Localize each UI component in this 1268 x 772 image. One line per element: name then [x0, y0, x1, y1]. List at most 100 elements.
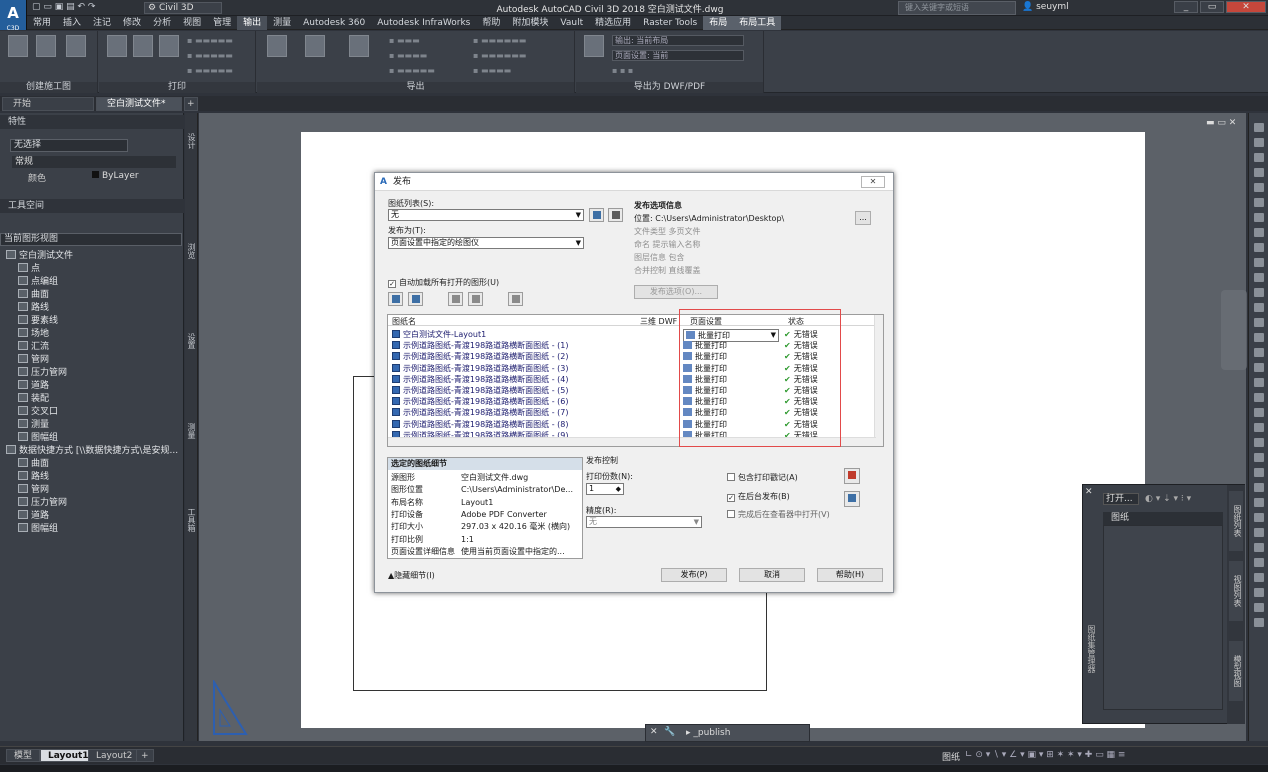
- browse-location-button[interactable]: ...: [855, 211, 871, 225]
- tab-current-drawing[interactable]: 空白测试文件*: [96, 97, 182, 111]
- ribbon-tab[interactable]: Vault: [554, 16, 589, 30]
- ribbon-tab[interactable]: Autodesk InfraWorks: [371, 16, 476, 30]
- palette-side-tab[interactable]: 模型视图: [1229, 641, 1243, 701]
- preview-icon[interactable]: [159, 35, 179, 57]
- toolbar-icon[interactable]: [1254, 588, 1264, 597]
- user-account[interactable]: 👤 seuyml: [1022, 2, 1069, 12]
- move-up-button[interactable]: [448, 292, 463, 306]
- list-vertical-scrollbar[interactable]: [874, 315, 883, 446]
- tab-layout2[interactable]: Layout2: [88, 749, 141, 762]
- ribbon-tab[interactable]: 布局工具: [733, 16, 782, 30]
- plotter-manager-link[interactable]: ▪ ▬▬▬▬▬: [187, 51, 233, 60]
- tree-node[interactable]: 汇流: [18, 341, 49, 354]
- plot-style-manager-link[interactable]: ▪ ▬▬▬▬▬: [187, 66, 233, 75]
- export-dwf-icon[interactable]: [267, 35, 287, 57]
- tree-node[interactable]: 交叉口: [18, 406, 58, 419]
- auto-load-checkbox[interactable]: ✓ 自动加载所有打开的图形(U): [388, 277, 499, 288]
- export-link[interactable]: ▪ ▬▬▬▬: [389, 51, 427, 60]
- ribbon-tab[interactable]: Raster Tools: [637, 16, 703, 30]
- tree-node[interactable]: 数据快捷方式 [\\数据快捷方式\是安规...: [6, 445, 178, 458]
- toolbar-icon[interactable]: [1254, 483, 1264, 492]
- remove-sheets-button[interactable]: [408, 292, 423, 306]
- ribbon-tab[interactable]: 精选应用: [589, 16, 637, 30]
- new-tab-button[interactable]: +: [184, 97, 198, 111]
- tree-node[interactable]: 曲面: [18, 458, 49, 471]
- toolbar-icon[interactable]: [1254, 423, 1264, 432]
- ribbon-tab[interactable]: 附加模块: [506, 16, 554, 30]
- search-input[interactable]: 键入关键字或短语: [898, 1, 1016, 15]
- help-button[interactable]: 帮助(H): [817, 568, 883, 582]
- publish-to-select[interactable]: 页面设置中指定的绘图仪 ▼: [388, 237, 584, 249]
- tree-node[interactable]: 点: [18, 263, 40, 276]
- application-menu-button[interactable]: A C3D: [0, 0, 27, 32]
- ribbon-tab[interactable]: 帮助: [476, 16, 506, 30]
- export-link[interactable]: ▪ ▬▬▬▬▬▬: [473, 51, 526, 60]
- tree-node[interactable]: 管网: [18, 354, 49, 367]
- palette-close-icon[interactable]: ✕: [1085, 487, 1093, 497]
- add-layout-button[interactable]: +: [136, 749, 154, 762]
- toolbar-icon[interactable]: [1254, 198, 1264, 207]
- export-civil3d-icon[interactable]: [349, 35, 369, 57]
- create-sheets-icon[interactable]: [8, 35, 28, 57]
- toolbar-icon[interactable]: [1254, 378, 1264, 387]
- toolbar-icon[interactable]: [1254, 603, 1264, 612]
- sheets-header[interactable]: 图纸: [1103, 512, 1223, 525]
- toolbar-icon[interactable]: [1254, 408, 1264, 417]
- tree-node[interactable]: 图幅组: [18, 432, 58, 445]
- page-setup-select[interactable]: 页面设置: 当前: [612, 50, 744, 61]
- tree-node[interactable]: 路线: [18, 471, 49, 484]
- toolbar-icon[interactable]: [1254, 453, 1264, 462]
- precision-select[interactable]: 无 ▼: [586, 516, 702, 528]
- toolbar-icon[interactable]: [1254, 513, 1264, 522]
- general-section[interactable]: 常规: [12, 156, 176, 168]
- command-close-icon[interactable]: ✕: [650, 727, 658, 737]
- toolbar-icon[interactable]: [1254, 498, 1264, 507]
- export-link[interactable]: ▪ ▬▬▬▬: [473, 66, 511, 75]
- close-button[interactable]: ✕: [1226, 1, 1266, 13]
- cancel-button[interactable]: 取消: [739, 568, 805, 582]
- ribbon-tab[interactable]: 管理: [207, 16, 237, 30]
- tree-node[interactable]: 路线: [18, 302, 49, 315]
- sheet-tree-area[interactable]: [1103, 525, 1223, 710]
- view-combo[interactable]: 当前图形视图: [0, 233, 182, 246]
- toolbar-icon[interactable]: [1254, 153, 1264, 162]
- toolbar-icon[interactable]: [1254, 468, 1264, 477]
- sheet-list-select[interactable]: 无 ▼: [388, 209, 584, 221]
- background-settings-button[interactable]: [844, 491, 860, 507]
- toolbar-icon[interactable]: [1254, 558, 1264, 567]
- tree-node[interactable]: 图幅组: [18, 523, 58, 536]
- paper-space-label[interactable]: 图纸: [942, 750, 960, 763]
- selection-combo[interactable]: 无选择: [10, 139, 128, 152]
- navigation-bar[interactable]: [1221, 290, 1247, 370]
- toolbar-icon[interactable]: [1254, 543, 1264, 552]
- publish-options-button[interactable]: 发布选项(O)...: [634, 285, 718, 299]
- toolspace-tab[interactable]: 浏览: [186, 243, 197, 259]
- tree-node[interactable]: 道路: [18, 510, 49, 523]
- tree-node[interactable]: 装配: [18, 393, 49, 406]
- toolbar-icon[interactable]: [1254, 258, 1264, 267]
- toolspace-tab[interactable]: 设置: [186, 333, 197, 349]
- export-link[interactable]: ▪ ▬▬▬: [389, 36, 420, 45]
- toolbar-icon[interactable]: [1254, 228, 1264, 237]
- tab-start[interactable]: 开始: [2, 97, 94, 111]
- tree-node[interactable]: 道路: [18, 380, 49, 393]
- background-publish-checkbox[interactable]: ✓ 在后台发布(B): [727, 491, 790, 502]
- quick-access-toolbar[interactable]: ▢ ▭ ▣ ▤ ↶ ↷: [32, 2, 95, 12]
- export-link[interactable]: ▪ ▬▬▬▬▬▬: [473, 36, 526, 45]
- output-select[interactable]: 输出: 当前布局: [612, 35, 744, 46]
- toolbar-icon[interactable]: [1254, 273, 1264, 282]
- toolbar-icon[interactable]: [1254, 213, 1264, 222]
- toolbar-icon[interactable]: [1254, 183, 1264, 192]
- toolbar-icon[interactable]: [1254, 123, 1264, 132]
- toolbar-icon[interactable]: [1254, 393, 1264, 402]
- palette-side-tab[interactable]: 视图列表: [1229, 561, 1243, 621]
- toolbar-icon[interactable]: [1254, 243, 1264, 252]
- toolbar-icon[interactable]: [1254, 138, 1264, 147]
- ribbon-tab[interactable]: 输出: [237, 16, 268, 30]
- toolbar-icon[interactable]: [1254, 618, 1264, 627]
- toolspace-tab[interactable]: 工具箱: [186, 508, 197, 532]
- export-link[interactable]: ▪ ▬▬▬▬▬: [389, 66, 435, 75]
- palette-toolbar-icons[interactable]: ◐ ▾ ⇣ ▾ ⁝ ▾: [1145, 494, 1191, 504]
- copies-stepper[interactable]: 1 ◆: [586, 483, 624, 495]
- ribbon-tab[interactable]: 布局: [703, 16, 734, 30]
